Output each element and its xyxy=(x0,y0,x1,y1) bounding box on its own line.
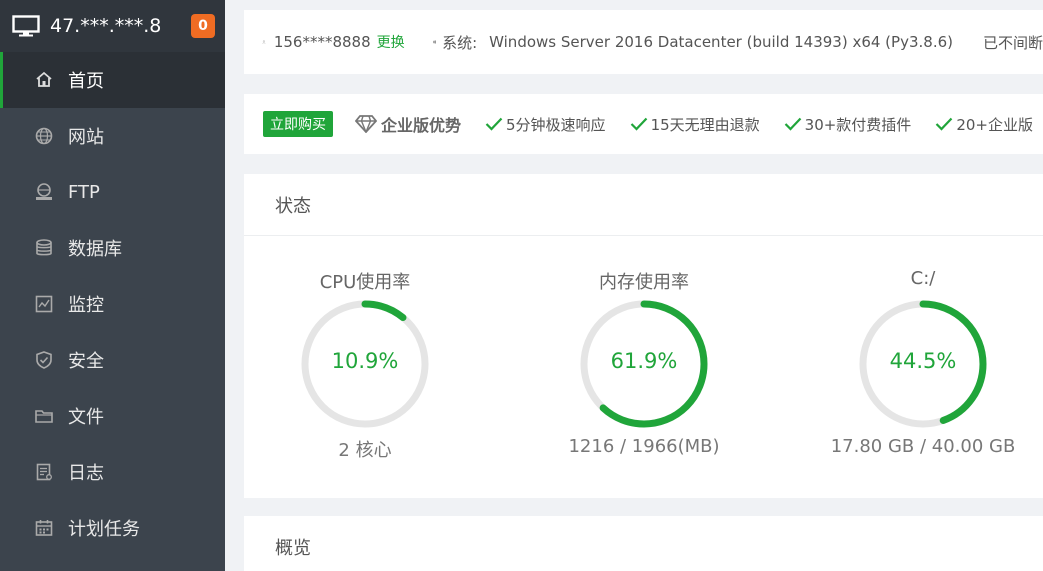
buy-now-button[interactable]: 立即购买 xyxy=(263,111,333,137)
ftp-icon xyxy=(34,182,54,202)
sidebar-item-files[interactable]: 文件 xyxy=(0,388,225,444)
account-phone: 156****8888 xyxy=(273,33,371,51)
monitor-chart-icon xyxy=(34,294,54,314)
globe-icon xyxy=(34,126,54,146)
gauge-value: 10.9% xyxy=(331,349,399,373)
status-panel: 状态 CPU使用率 10.9% 2 核心 内存使用率 61.9% 1216 / … xyxy=(244,174,1043,498)
enterprise-label: 企业版优势 xyxy=(381,116,462,135)
system-label: 系统: xyxy=(442,33,478,52)
sidebar-item-home[interactable]: 首页 xyxy=(0,52,225,108)
server-ip: 47.***.***.8 xyxy=(50,15,162,37)
overview-panel: 概览 xyxy=(244,516,1043,571)
check-icon xyxy=(485,117,503,131)
feature-label: 5分钟极速响应 xyxy=(506,115,606,134)
overview-title: 概览 xyxy=(275,538,311,559)
log-icon xyxy=(34,462,54,482)
feature-label: 20+企业版 xyxy=(956,115,1033,134)
sidebar-item-database[interactable]: 数据库 xyxy=(0,220,225,276)
feature-item: 15天无理由退款 xyxy=(630,114,760,135)
system-value: Windows Server 2016 Datacenter (build 14… xyxy=(489,33,953,51)
feature-item: 20+企业版 xyxy=(935,114,1033,135)
sidebar-item-cron[interactable]: 计划任务 xyxy=(0,500,225,556)
gauge-title: CPU使用率 xyxy=(319,272,411,293)
calendar-icon xyxy=(34,518,54,538)
check-icon xyxy=(784,117,801,131)
sidebar-item-label: 计划任务 xyxy=(68,519,140,540)
gauge-value: 44.5% xyxy=(889,349,957,373)
sidebar-nav: 首页 网站 FTP 数据库 监控 安全 文件 日志 计划任务 xyxy=(0,52,225,556)
gauge-subtext: 2 核心 xyxy=(338,440,392,461)
server-header[interactable]: 47.***.***.8 0 xyxy=(0,0,225,52)
sidebar-item-label: 监控 xyxy=(68,295,104,316)
database-icon xyxy=(34,238,54,258)
check-icon xyxy=(936,117,953,131)
gauge-subtext: 1216 / 1966(MB) xyxy=(568,436,720,457)
gauge-title: 内存使用率 xyxy=(599,272,689,293)
sidebar-item-label: 日志 xyxy=(68,463,104,484)
sidebar-item-label: 安全 xyxy=(68,351,104,372)
sidebar-item-label: 首页 xyxy=(68,71,104,92)
enterprise-advantage[interactable]: 企业版优势 xyxy=(355,112,461,136)
feature-label: 15天无理由退款 xyxy=(650,115,760,134)
sidebar-item-label: FTP xyxy=(68,181,100,203)
folder-icon xyxy=(34,406,54,426)
monitor-icon xyxy=(12,15,40,37)
uptime-text: 已不间断 xyxy=(982,33,1043,52)
gauge-title: C:/ xyxy=(910,268,936,289)
feature-item: 30+款付费插件 xyxy=(784,114,912,135)
sidebar-item-label: 数据库 xyxy=(68,239,122,260)
sidebar-item-label: 文件 xyxy=(68,407,104,428)
user-icon xyxy=(262,40,266,44)
promo-bar: 立即购买 企业版优势 5分钟极速响应 15天无理由退款 30+款付费插件 20+… xyxy=(244,94,1043,154)
home-icon xyxy=(34,70,54,90)
shield-icon xyxy=(34,350,54,370)
change-account-link[interactable]: 更换 xyxy=(377,32,405,52)
status-title: 状态 xyxy=(244,174,1043,236)
gauge-row: CPU使用率 10.9% 2 核心 内存使用率 61.9% 1216 / 196… xyxy=(244,236,1043,498)
feature-label: 30+款付费插件 xyxy=(804,115,912,134)
sidebar-item-logs[interactable]: 日志 xyxy=(0,444,225,500)
gauge-value: 61.9% xyxy=(610,349,678,373)
sidebar-item-security[interactable]: 安全 xyxy=(0,332,225,388)
check-icon xyxy=(630,117,647,131)
sidebar-item-ftp[interactable]: FTP xyxy=(0,164,225,220)
windows-icon xyxy=(432,40,436,44)
notification-badge[interactable]: 0 xyxy=(191,14,215,38)
feature-item: 5分钟极速响应 xyxy=(485,114,606,135)
server-info-bar: 156****8888 更换 系统: Windows Server 2016 D… xyxy=(244,10,1043,74)
gauge-subtext: 17.80 GB / 40.00 GB xyxy=(830,436,1016,457)
diamond-icon xyxy=(355,115,377,133)
sidebar: 47.***.***.8 0 首页 网站 FTP 数据库 监控 安全 文件 日志… xyxy=(0,0,225,571)
sidebar-item-monitor[interactable]: 监控 xyxy=(0,276,225,332)
sidebar-item-label: 网站 xyxy=(68,127,104,148)
sidebar-item-website[interactable]: 网站 xyxy=(0,108,225,164)
